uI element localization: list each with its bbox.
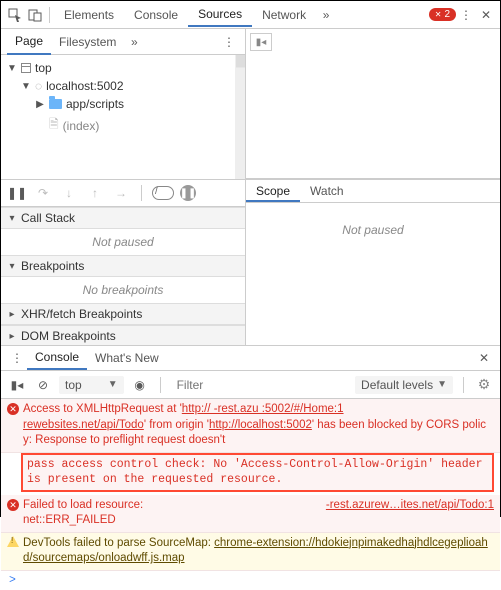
chevron-down-icon: ▼ — [108, 379, 118, 390]
drawer-header: ⋮ Console What's New ✕ — [1, 345, 500, 371]
console-error-row[interactable]: ✕ Failed to load resource: -rest.azurew…… — [1, 495, 500, 533]
chevron-down-icon: ▼ — [437, 379, 447, 390]
scope-watch-tabs: Scope Watch — [246, 179, 500, 203]
warning-icon — [7, 536, 19, 547]
folder-icon — [49, 99, 62, 109]
scope-body: Not paused — [246, 207, 500, 345]
breakpoints-title: Breakpoints — [21, 259, 84, 273]
console-warning-row[interactable]: DevTools failed to parse SourceMap: chro… — [1, 533, 500, 571]
context-label: top — [65, 378, 82, 392]
debugger-sidebar: ▾ Call Stack Not paused ▾ Breakpoints No b… — [1, 207, 246, 345]
drawer-toggle-icon[interactable]: ▮◂ — [250, 33, 272, 51]
error-icon: ✕ — [7, 403, 19, 415]
navigator-tabs: Page Filesystem » ⋮ — [1, 29, 245, 55]
chevron-right-icon[interactable]: ▸ — [7, 309, 17, 320]
dom-breakpoints-title: DOM Breakpoints — [21, 329, 116, 343]
navigator-more-icon[interactable]: ⋮ — [219, 32, 239, 52]
tab-console[interactable]: Console — [124, 4, 188, 26]
drawer-close-icon[interactable]: ✕ — [474, 348, 494, 368]
inspect-element-icon[interactable] — [5, 5, 25, 25]
file-tree[interactable]: ▼ top ▼ ◌ localhost:5002 ▶ app/scripts 🗎 (ind… — [1, 55, 245, 179]
highlighted-error-text: pass access control check: No 'Access-Co… — [21, 453, 494, 492]
step-out-icon: ↑ — [85, 183, 105, 203]
xhr-breakpoints-title: XHR/fetch Breakpoints — [21, 307, 142, 321]
chevron-down-icon[interactable]: ▾ — [7, 261, 17, 272]
device-toggle-icon[interactable] — [25, 5, 45, 25]
levels-label: Default levels — [361, 378, 433, 392]
cloud-icon: ◌ — [35, 79, 42, 93]
tab-watch[interactable]: Watch — [300, 180, 354, 202]
chevron-right-icon[interactable]: ▸ — [7, 331, 17, 342]
frame-icon — [21, 63, 31, 73]
step-into-icon: ↓ — [59, 183, 79, 203]
console-messages: ✕ Access to XMLHttpRequest at 'http:// -… — [1, 399, 500, 590]
chevron-down-icon[interactable]: ▼ — [7, 63, 17, 74]
deactivate-breakpoints-icon[interactable] — [152, 186, 174, 200]
pause-icon[interactable]: ❚❚ — [7, 183, 27, 203]
tab-scope[interactable]: Scope — [246, 180, 300, 202]
pause-on-exceptions-icon[interactable]: ❚❚ — [180, 185, 196, 201]
clear-console-icon[interactable]: ⊘ — [33, 375, 53, 395]
devtools-toolbar: Elements Console Sources Network » 2 ⋮ ✕ — [1, 1, 500, 29]
chevron-right-icon[interactable]: ▶ — [35, 99, 45, 110]
navigator-overflow-icon[interactable]: » — [124, 32, 144, 52]
tree-top-label: top — [35, 61, 52, 75]
console-settings-icon[interactable]: ⚙ — [474, 375, 494, 395]
console-error-row[interactable]: ✕ Access to XMLHttpRequest at 'http:// -… — [1, 399, 500, 453]
tabs-overflow-icon[interactable]: » — [316, 5, 336, 25]
chevron-down-icon[interactable]: ▼ — [21, 81, 31, 92]
error-icon: ✕ — [7, 499, 19, 511]
live-expression-icon[interactable]: ◉ — [130, 375, 150, 395]
navigator-tab-filesystem[interactable]: Filesystem — [51, 30, 124, 54]
tab-network[interactable]: Network — [252, 4, 316, 26]
tree-folder-label: app/scripts — [66, 97, 124, 111]
navigator-tab-page[interactable]: Page — [7, 29, 51, 55]
error-count-badge[interactable]: 2 — [429, 8, 456, 21]
console-prompt[interactable]: > — [1, 571, 500, 590]
tab-sources[interactable]: Sources — [188, 3, 252, 27]
console-filter-input[interactable] — [171, 376, 349, 394]
settings-menu-icon[interactable]: ⋮ — [456, 5, 476, 25]
debugger-controls: ❚❚ ↷ ↓ ↑ → ❚❚ — [1, 179, 245, 207]
drawer-menu-icon[interactable]: ⋮ — [7, 348, 27, 368]
scrollbar[interactable] — [235, 55, 245, 179]
step-icon: → — [111, 183, 131, 203]
tree-host-label: localhost:5002 — [46, 79, 123, 93]
drawer-tab-whatsnew[interactable]: What's New — [87, 347, 167, 369]
sources-panel: Page Filesystem » ⋮ ▼ top ▼ ◌ localhost:500… — [1, 29, 500, 179]
tab-elements[interactable]: Elements — [54, 4, 124, 26]
chevron-down-icon[interactable]: ▾ — [7, 213, 17, 224]
context-selector[interactable]: top ▼ — [59, 376, 124, 394]
call-stack-title: Call Stack — [21, 211, 75, 225]
step-over-icon: ↷ — [33, 183, 53, 203]
tree-file-label: (index) — [63, 119, 100, 133]
close-devtools-icon[interactable]: ✕ — [476, 5, 496, 25]
console-sidebar-toggle-icon[interactable]: ▮◂ — [7, 375, 27, 395]
drawer-tab-console[interactable]: Console — [27, 346, 87, 370]
log-level-selector[interactable]: Default levels ▼ — [355, 376, 453, 394]
breakpoints-body: No breakpoints — [1, 277, 245, 303]
file-icon: 🗎 — [49, 115, 59, 136]
console-toolbar: ▮◂ ⊘ top ▼ ◉ Default levels ▼ ⚙ — [1, 371, 500, 399]
call-stack-body: Not paused — [1, 229, 245, 255]
editor-empty: ▮◂ — [246, 29, 500, 179]
